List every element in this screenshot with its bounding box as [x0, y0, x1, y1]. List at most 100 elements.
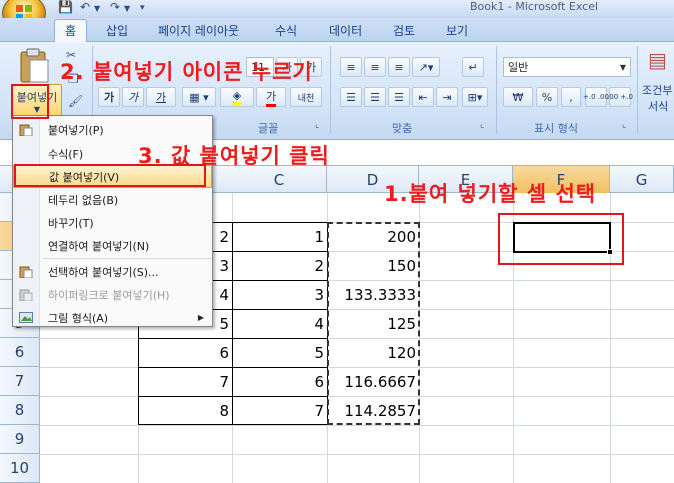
- title-bar: 💾 ↶ ▼ ↷ ▼ ▾ Book1 - Microsoft Excel: [0, 0, 674, 18]
- group-divider: [637, 46, 638, 134]
- decrease-indent-button[interactable]: ⇤: [412, 87, 434, 107]
- increase-indent-button[interactable]: ⇥: [436, 87, 458, 107]
- align-top-button[interactable]: ≡: [340, 57, 362, 77]
- menu-item-label: 선택하여 붙여넣기(S)...: [48, 265, 159, 279]
- row-header[interactable]: 8: [0, 396, 40, 425]
- menu-item-as-picture[interactable]: 그림 형식(A) ▶: [13, 306, 212, 329]
- align-center-button[interactable]: ☰: [364, 87, 386, 107]
- tab-data[interactable]: 데이터: [329, 22, 362, 39]
- tab-review[interactable]: 검토: [393, 22, 415, 39]
- row-header[interactable]: 6: [0, 338, 40, 367]
- row-header[interactable]: 9: [0, 425, 40, 454]
- customize-qat-icon[interactable]: ▾: [140, 3, 145, 19]
- cell-b7[interactable]: 7: [138, 367, 232, 396]
- menu-item-label: 테두리 없음(B): [48, 193, 119, 207]
- redo-icon[interactable]: ↷: [110, 0, 120, 16]
- align-middle-button[interactable]: ≡: [364, 57, 386, 77]
- annotation-step1: 1.붙여 넣기할 셀 선택: [384, 182, 597, 206]
- menu-item-label: 하이퍼링크로 붙여넣기(H): [48, 288, 170, 302]
- number-format-dropdown[interactable]: 일반 ▼: [503, 57, 631, 77]
- fill-color-button[interactable]: ◈: [220, 87, 254, 107]
- cell-c7[interactable]: 6: [232, 367, 327, 396]
- align-group-label: 맞춤: [392, 122, 413, 135]
- cell-c6[interactable]: 5: [232, 338, 327, 367]
- align-right-icon: ☰: [394, 90, 404, 104]
- tab-view[interactable]: 보기: [446, 22, 468, 39]
- format-painter-icon[interactable]: 🖌: [68, 94, 83, 108]
- align-left-button[interactable]: ☰: [340, 87, 362, 107]
- wrap-text-button[interactable]: ↵: [462, 57, 484, 77]
- save-icon[interactable]: 💾: [58, 0, 73, 16]
- conditional-format-label[interactable]: 조건부: [642, 82, 672, 98]
- font-color-button[interactable]: 가: [256, 87, 286, 107]
- menu-item-paste-hyperlink: 하이퍼링크로 붙여넣기(H): [13, 283, 212, 306]
- chevron-down-icon: ▼: [619, 62, 626, 72]
- gridline: [40, 425, 674, 426]
- menu-item-label: 연결하여 붙여넣기(N): [48, 239, 150, 253]
- decrease-decimal-button[interactable]: .00 +.0: [607, 87, 633, 107]
- tab-home[interactable]: 홈: [54, 19, 88, 43]
- cell-c5[interactable]: 4: [232, 309, 327, 338]
- column-header-c[interactable]: C: [232, 166, 327, 193]
- cell-b6[interactable]: 6: [138, 338, 232, 367]
- conditional-format-label-2[interactable]: 서식: [648, 98, 668, 114]
- row-header[interactable]: 7: [0, 367, 40, 396]
- clipboard-icon: [19, 124, 33, 136]
- annotation-box-target-cell: [498, 213, 624, 265]
- cell-d4[interactable]: 133.3333: [327, 280, 419, 309]
- cell-d3[interactable]: 150: [327, 251, 419, 280]
- cell-c2[interactable]: 1: [232, 222, 327, 251]
- align-bottom-button[interactable]: ≡: [388, 57, 410, 77]
- clipboard-icon: [19, 266, 33, 278]
- menu-item-label: 그림 형식(A): [48, 311, 109, 325]
- increase-decimal-button[interactable]: +.0 .00: [583, 87, 609, 107]
- comma-button[interactable]: ,: [561, 87, 581, 107]
- font-color-label: 가: [265, 88, 277, 107]
- bold-button[interactable]: 가: [98, 87, 120, 107]
- menu-separator: [43, 258, 211, 259]
- increase-indent-icon: ⇥: [442, 90, 452, 104]
- column-header-g[interactable]: G: [610, 166, 674, 193]
- cell-b8[interactable]: 8: [138, 396, 232, 425]
- cell-c8[interactable]: 7: [232, 396, 327, 425]
- cell-c4[interactable]: 3: [232, 280, 327, 309]
- menu-item-transpose[interactable]: 바꾸기(T): [13, 211, 212, 234]
- cell-d6[interactable]: 120: [327, 338, 419, 367]
- border-button[interactable]: ▦ ▾: [182, 87, 216, 107]
- number-dialog-launcher-icon[interactable]: ⌞: [622, 120, 626, 130]
- paste-clipboard-icon[interactable]: [18, 48, 50, 84]
- orientation-button[interactable]: ↗▾: [412, 57, 440, 77]
- conditional-format-icon[interactable]: ▤: [648, 48, 667, 72]
- cell-d2[interactable]: 200: [327, 222, 419, 251]
- undo-icon[interactable]: ↶: [80, 0, 90, 16]
- menu-item-paste[interactable]: 붙여넣기(P): [13, 118, 212, 141]
- align-right-button[interactable]: ☰: [388, 87, 410, 107]
- tab-insert[interactable]: 삽입: [106, 22, 128, 39]
- menu-item-paste-special[interactable]: 선택하여 붙여넣기(S)...: [13, 260, 212, 283]
- italic-button[interactable]: 가: [122, 87, 144, 107]
- menu-item-label: 붙여넣기(P): [48, 123, 104, 137]
- annotation-step2: 2. 붙여넣기 아이콘 누르기: [60, 60, 313, 84]
- tab-formulas[interactable]: 수식: [275, 22, 297, 39]
- percent-button[interactable]: %: [536, 87, 558, 107]
- tab-page-layout[interactable]: 페이지 레이아웃: [158, 22, 239, 39]
- cell-d5[interactable]: 125: [327, 309, 419, 338]
- underline-button[interactable]: 가: [146, 87, 176, 107]
- group-divider: [496, 46, 497, 134]
- menu-item-label: 수식(F): [48, 147, 84, 161]
- cell-d8[interactable]: 114.2857: [327, 396, 419, 425]
- cell-d7[interactable]: 116.6667: [327, 367, 419, 396]
- menu-item-label: 바꾸기(T): [48, 216, 94, 230]
- align-bottom-icon: ≡: [394, 60, 404, 74]
- menu-item-no-borders[interactable]: 테두리 없음(B): [13, 188, 212, 211]
- row-header[interactable]: 10: [0, 454, 40, 483]
- font-dialog-launcher-icon[interactable]: ⌞: [315, 120, 319, 130]
- currency-button[interactable]: ₩: [503, 87, 533, 107]
- merge-center-button[interactable]: ⊞▾: [462, 87, 488, 107]
- gridline: [40, 454, 674, 455]
- menu-item-paste-link[interactable]: 연결하여 붙여넣기(N): [13, 234, 212, 257]
- phonetic-button[interactable]: 내천: [290, 87, 322, 107]
- cell-c3[interactable]: 2: [232, 251, 327, 280]
- align-dialog-launcher-icon[interactable]: ⌞: [480, 120, 484, 130]
- decrease-indent-icon: ⇤: [418, 90, 428, 104]
